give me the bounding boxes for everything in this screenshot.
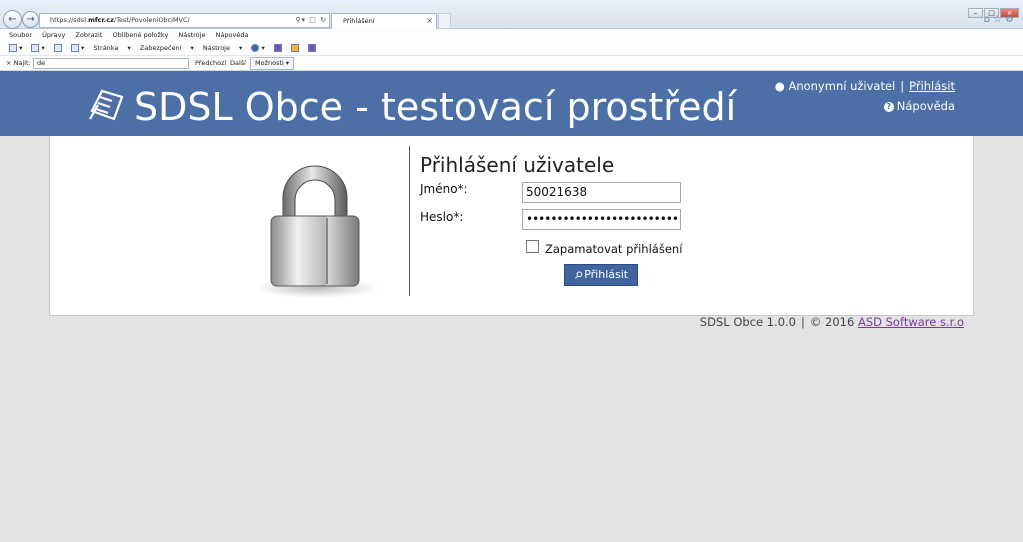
onenote-button[interactable] bbox=[273, 44, 282, 52]
addon-icon bbox=[290, 44, 299, 52]
onenote-send-button[interactable] bbox=[307, 44, 316, 52]
footer: SDSL Obce 1.0.0 | © 2016 ASD Software s.r.… bbox=[700, 315, 964, 329]
lock-icon[interactable]: □ bbox=[309, 16, 317, 24]
vertical-divider bbox=[409, 146, 410, 296]
url-host: mfcr.cz bbox=[88, 16, 114, 24]
question-circle-icon: ? bbox=[883, 102, 894, 112]
browser-chrome: ← → https://sdsl.mfcr.cz/Test/PovoleniOb… bbox=[0, 0, 1023, 71]
print-icon bbox=[70, 44, 79, 52]
find-input[interactable]: de bbox=[33, 58, 189, 69]
close-tab-icon[interactable]: × bbox=[426, 14, 433, 28]
remember-label[interactable]: Zapamatovat přihlášení bbox=[545, 242, 682, 256]
window-controls: – □ × bbox=[967, 0, 1019, 18]
help-icon bbox=[251, 44, 260, 52]
find-options-button[interactable]: Možnosti ▾ bbox=[250, 57, 295, 70]
address-bar[interactable]: https://sdsl.mfcr.cz/Test/PovoleniObciMV… bbox=[39, 13, 330, 28]
close-find-icon[interactable]: × bbox=[6, 59, 11, 67]
settings-gear-icon[interactable]: ⚙ bbox=[1005, 14, 1017, 25]
security-menu-label: Zabezpečení bbox=[139, 44, 182, 52]
url-prefix: https://sdsl. bbox=[50, 16, 89, 24]
minimize-button[interactable]: – bbox=[968, 8, 983, 18]
tools-menu-label: Nástroje bbox=[202, 44, 230, 52]
page-menu-label: Stránka bbox=[93, 44, 119, 52]
search-icon[interactable]: ⚲ bbox=[295, 16, 301, 24]
site-header: SDSL Obce - testovací prostředí ● Anonym… bbox=[0, 71, 1023, 136]
address-bar-icons[interactable]: ⚲▾ □ ↻ bbox=[295, 14, 327, 27]
help-menu[interactable]: ▾ bbox=[251, 44, 265, 52]
new-tab-button[interactable] bbox=[438, 13, 451, 29]
help-link-label: Nápověda bbox=[896, 99, 955, 113]
user-icon: ● bbox=[774, 79, 785, 93]
menu-help[interactable]: Nápověda bbox=[216, 31, 249, 39]
user-name: Anonymní uživatel bbox=[788, 79, 896, 93]
menu-file[interactable]: Soubor bbox=[9, 31, 32, 39]
url-path: /Test/PovoleniObciMVC/ bbox=[113, 16, 190, 24]
refresh-icon[interactable]: ↻ bbox=[320, 16, 327, 24]
padlock-icon bbox=[255, 165, 379, 298]
company-link[interactable]: ASD Software s.r.o bbox=[858, 315, 964, 329]
menu-tools[interactable]: Nástroje bbox=[178, 31, 205, 39]
header-login-link[interactable]: Přihlásit bbox=[909, 79, 955, 93]
remember-checkbox[interactable] bbox=[526, 240, 539, 253]
help-link[interactable]: ? Nápověda bbox=[883, 99, 955, 113]
site-title: SDSL Obce - testovací prostředí bbox=[134, 85, 737, 129]
home-page-button[interactable]: ▾ bbox=[9, 44, 22, 52]
find-previous-button[interactable]: Předchozí bbox=[195, 56, 226, 71]
find-options-label: Možnosti bbox=[255, 59, 284, 67]
password-input[interactable]: •••••••••••••••••••••••••••• bbox=[522, 209, 681, 230]
login-button[interactable]: ⚲Přihlásit bbox=[564, 264, 638, 286]
feeds-button[interactable]: ▾ bbox=[31, 44, 45, 52]
browser-tab[interactable]: Přihlášení × bbox=[331, 13, 437, 29]
browser-right-icons: ⌂☆⚙ bbox=[984, 14, 1017, 25]
onenote-send-icon bbox=[307, 44, 316, 52]
browser-command-bar: ▾ ▾ ▾ Stránka ▾ Zabezpečení ▾ Nástroje ▾… bbox=[0, 41, 1023, 55]
login-panel: Přihlášení uživatele Jméno*: 50021638 He… bbox=[49, 136, 974, 316]
find-bar: × Najít: de Předchozí Další Možnosti ▾ bbox=[0, 55, 1023, 70]
mail-button[interactable] bbox=[53, 44, 62, 52]
onenote-icon bbox=[273, 44, 282, 52]
tools-menu[interactable]: Nástroje ▾ bbox=[203, 44, 242, 52]
password-label: Heslo*: bbox=[420, 210, 464, 224]
separator: | bbox=[900, 79, 905, 93]
username-label: Jméno*: bbox=[420, 182, 468, 196]
footer-version: SDSL Obce 1.0.0 bbox=[699, 315, 796, 329]
footer-copyright: © 2016 bbox=[809, 315, 855, 329]
menu-favorites[interactable]: Oblíbené položky bbox=[112, 31, 168, 39]
arrow-right-icon: → bbox=[26, 14, 35, 25]
home-page-icon bbox=[9, 44, 17, 52]
menu-edit[interactable]: Úpravy bbox=[42, 31, 65, 39]
forward-button[interactable]: → bbox=[22, 11, 39, 28]
find-next-button[interactable]: Další bbox=[230, 56, 246, 71]
find-label: Najít: bbox=[13, 59, 31, 67]
browser-titlebar: ← → https://sdsl.mfcr.cz/Test/PovoleniOb… bbox=[0, 0, 1023, 29]
home-icon[interactable]: ⌂ bbox=[984, 14, 993, 25]
favorites-star-icon[interactable]: ☆ bbox=[993, 14, 1005, 25]
arrow-left-icon: ← bbox=[8, 14, 17, 25]
back-button[interactable]: ← bbox=[3, 10, 22, 29]
security-menu[interactable]: Zabezpečení ▾ bbox=[140, 44, 194, 52]
footer-separator: | bbox=[800, 315, 805, 329]
print-button[interactable]: ▾ bbox=[70, 44, 84, 52]
logo-icon bbox=[89, 89, 124, 121]
mail-icon bbox=[53, 44, 62, 52]
page-menu[interactable]: Stránka ▾ bbox=[93, 44, 130, 52]
browser-menubar: Soubor Úpravy Zobrazit Oblíbené položky … bbox=[0, 29, 1023, 41]
login-title: Přihlášení uživatele bbox=[420, 153, 615, 177]
addon-button[interactable] bbox=[290, 44, 299, 52]
username-input[interactable]: 50021638 bbox=[522, 182, 681, 203]
user-area: ● Anonymní uživatel | Přihlásit bbox=[775, 79, 955, 93]
tab-title: Přihlášení bbox=[343, 17, 375, 25]
feeds-icon bbox=[31, 44, 40, 52]
menu-view[interactable]: Zobrazit bbox=[75, 31, 102, 39]
login-button-label: Přihlásit bbox=[584, 268, 629, 281]
